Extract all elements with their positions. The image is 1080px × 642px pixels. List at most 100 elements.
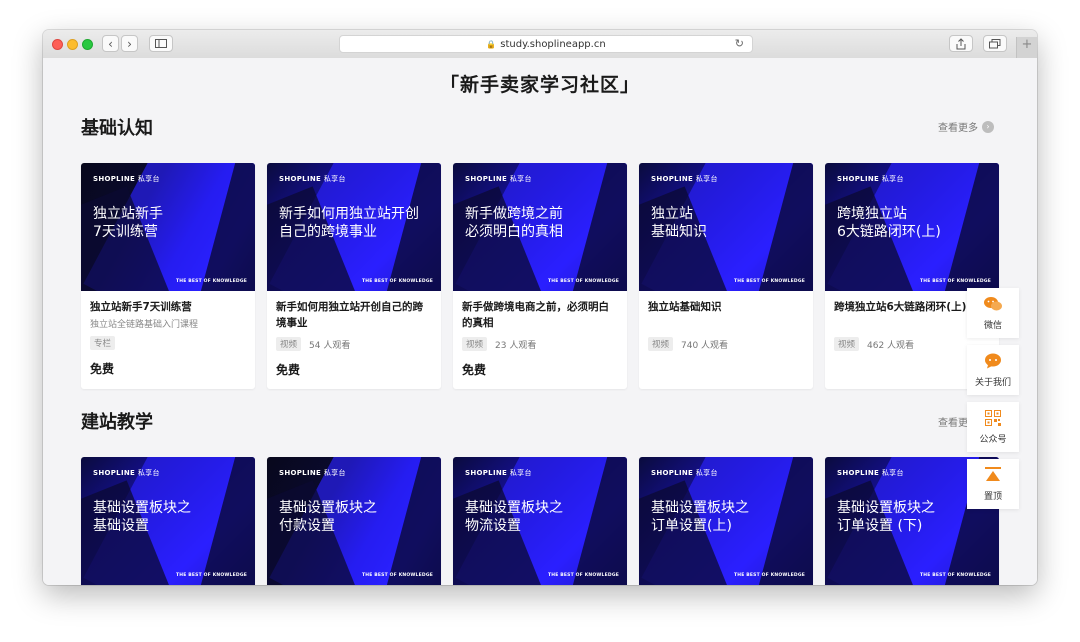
shopline-logo: SHOPLINE 私享台 — [651, 175, 718, 183]
course-name[interactable]: 新手做跨境电商之前，必须明白的真相 — [462, 299, 618, 331]
thumbnail-title: 独立站新手 7天训练营 — [93, 206, 163, 240]
thumbnail-tagline: THE BEST OF KNOWLEDGE — [733, 279, 805, 284]
thumbnail-tagline: THE BEST OF KNOWLEDGE — [733, 573, 805, 578]
course-type-badge: 专栏 — [90, 336, 116, 350]
thumbnail-tagline: THE BEST OF KNOWLEDGE — [547, 573, 619, 578]
shopline-logo: SHOPLINE 私享台 — [465, 469, 532, 477]
reload-icon[interactable]: ↻ — [735, 37, 744, 50]
forward-button[interactable]: › — [121, 35, 138, 52]
section-title-site-building: 建站教学 — [81, 412, 153, 433]
course-type-badge: 视频 — [648, 337, 674, 351]
shopline-logo: SHOPLINE 私享台 — [465, 175, 532, 183]
course-card[interactable]: SHOPLINE 私享台 基础设置板块之 物流设置 THE BEST OF KN… — [453, 457, 627, 585]
course-name[interactable]: 新手如何用独立站开创自己的跨境事业 — [276, 299, 432, 331]
thumbnail-title: 新手做跨境之前 必须明白的真相 — [465, 206, 563, 240]
shopline-logo: SHOPLINE 私享台 — [837, 175, 904, 183]
shopline-logo: SHOPLINE 私享台 — [279, 175, 346, 183]
sidebar-toggle-button[interactable] — [149, 35, 173, 52]
thumbnail-title: 基础设置板块之 付款设置 — [279, 500, 377, 534]
course-card[interactable]: SHOPLINE 私享台 新手如何用独立站开创 自己的跨境事业 THE BEST… — [267, 163, 441, 389]
course-type-badge: 视频 — [462, 337, 488, 351]
view-count: 54 人观看 — [309, 340, 351, 351]
course-thumbnail: SHOPLINE 私享台 独立站 基础知识 THE BEST OF KNOWLE… — [639, 163, 813, 291]
thumbnail-tagline: THE BEST OF KNOWLEDGE — [175, 573, 247, 578]
official-account-label: 公众号 — [979, 434, 1007, 445]
thumbnail-title: 独立站 基础知识 — [651, 206, 707, 240]
course-name[interactable]: 独立站基础知识 — [648, 299, 804, 315]
course-thumbnail: SHOPLINE 私享台 基础设置板块之 付款设置 THE BEST OF KN… — [267, 457, 441, 585]
floating-sidebar: 微信 关于我们 公众号 置顶 — [967, 288, 1019, 516]
view-count: 462 人观看 — [867, 340, 915, 351]
back-button[interactable]: ‹ — [102, 35, 119, 52]
thumbnail-title: 基础设置板块之 物流设置 — [465, 500, 563, 534]
shopline-logo: SHOPLINE 私享台 — [93, 175, 160, 183]
course-card[interactable]: SHOPLINE 私享台 新手做跨境之前 必须明白的真相 THE BEST OF… — [453, 163, 627, 389]
chat-bubble-icon — [984, 353, 1002, 373]
view-more-label: 查看更多 — [938, 123, 978, 134]
course-card[interactable]: SHOPLINE 私享台 独立站新手 7天训练营 THE BEST OF KNO… — [81, 163, 255, 389]
course-type-badge: 视频 — [834, 337, 860, 351]
course-subtitle: 独立站全链路基础入门课程 — [90, 320, 199, 330]
thumbnail-title: 跨境独立站 6大链路闭环(上) — [837, 206, 941, 240]
wechat-button[interactable]: 微信 — [967, 288, 1019, 338]
lock-icon: 🔒 — [486, 39, 497, 49]
address-bar[interactable]: 🔒 study.shoplineapp.cn ↻ — [339, 35, 753, 53]
thumbnail-tagline: THE BEST OF KNOWLEDGE — [361, 573, 433, 578]
thumbnail-tagline: THE BEST OF KNOWLEDGE — [919, 573, 991, 578]
course-thumbnail: SHOPLINE 私享台 新手如何用独立站开创 自己的跨境事业 THE BEST… — [267, 163, 441, 291]
wechat-label: 微信 — [983, 320, 1002, 331]
page-content: 「新手卖家学习社区」 基础认知 查看更多 › SHOPLINE 私享台 独立站新… — [43, 58, 1037, 585]
tabs-icon — [989, 38, 1001, 48]
shopline-logo: SHOPLINE 私享台 — [279, 469, 346, 477]
view-count: 740 人观看 — [681, 340, 729, 351]
thumbnail-tagline: THE BEST OF KNOWLEDGE — [547, 279, 619, 284]
shopline-logo: SHOPLINE 私享台 — [837, 469, 904, 477]
thumbnail-tagline: THE BEST OF KNOWLEDGE — [919, 279, 991, 284]
section-title-basics: 基础认知 — [81, 118, 153, 139]
course-thumbnail: SHOPLINE 私享台 新手做跨境之前 必须明白的真相 THE BEST OF… — [453, 163, 627, 291]
shopline-logo: SHOPLINE 私享台 — [651, 469, 718, 477]
about-us-label: 关于我们 — [974, 377, 1011, 388]
thumbnail-title: 基础设置板块之 基础设置 — [93, 500, 191, 534]
course-price: 免费 — [90, 362, 115, 376]
course-thumbnail: SHOPLINE 私享台 独立站新手 7天训练营 THE BEST OF KNO… — [81, 163, 255, 291]
course-card[interactable]: SHOPLINE 私享台 基础设置板块之 付款设置 THE BEST OF KN… — [267, 457, 441, 585]
course-price: 免费 — [276, 363, 301, 377]
zoom-window-button[interactable] — [82, 39, 93, 50]
thumbnail-tagline: THE BEST OF KNOWLEDGE — [175, 279, 247, 284]
tabs-overview-button[interactable] — [983, 35, 1007, 52]
wechat-icon — [983, 296, 1003, 316]
course-name[interactable]: 独立站新手7天训练营 — [90, 299, 246, 315]
course-thumbnail: SHOPLINE 私享台 基础设置板块之 物流设置 THE BEST OF KN… — [453, 457, 627, 585]
course-thumbnail: SHOPLINE 私享台 基础设置板块之 基础设置 THE BEST OF KN… — [81, 457, 255, 585]
thumbnail-title: 基础设置板块之 订单设置 (下) — [837, 500, 935, 534]
course-card[interactable]: SHOPLINE 私享台 独立站 基础知识 THE BEST OF KNOWLE… — [639, 163, 813, 389]
thumbnail-title: 新手如何用独立站开创 自己的跨境事业 — [279, 206, 419, 240]
browser-toolbar: ‹ › 🔒 study.shoplineapp.cn ↻ + — [43, 30, 1037, 59]
arrow-right-icon: › — [982, 120, 994, 133]
view-count: 23 人观看 — [495, 340, 537, 351]
course-type-badge: 视频 — [276, 337, 302, 351]
qr-code-icon — [985, 409, 1001, 430]
official-account-button[interactable]: 公众号 — [967, 402, 1019, 452]
thumbnail-title: 基础设置板块之 订单设置(上) — [651, 500, 749, 534]
chevron-left-icon: ‹ — [108, 36, 113, 51]
new-tab-button[interactable]: + — [1016, 37, 1037, 58]
view-more-basics-link[interactable]: 查看更多 › — [938, 119, 994, 134]
shopline-logo: SHOPLINE 私享台 — [93, 469, 160, 477]
thumbnail-tagline: THE BEST OF KNOWLEDGE — [361, 279, 433, 284]
back-to-top-icon — [985, 466, 1001, 487]
url-text: study.shoplineapp.cn — [500, 38, 606, 50]
close-window-button[interactable] — [52, 39, 63, 50]
page-title: 「新手卖家学习社区」 — [439, 74, 640, 96]
course-card[interactable]: SHOPLINE 私享台 基础设置板块之 基础设置 THE BEST OF KN… — [81, 457, 255, 585]
share-button[interactable] — [949, 35, 973, 52]
course-thumbnail: SHOPLINE 私享台 基础设置板块之 订单设置(上) THE BEST OF… — [639, 457, 813, 585]
course-thumbnail: SHOPLINE 私享台 跨境独立站 6大链路闭环(上) THE BEST OF… — [825, 163, 999, 291]
sidebar-icon — [155, 39, 167, 48]
course-price: 免费 — [462, 363, 487, 377]
share-icon — [956, 37, 966, 49]
about-us-button[interactable]: 关于我们 — [967, 345, 1019, 395]
course-card[interactable]: SHOPLINE 私享台 基础设置板块之 订单设置(上) THE BEST OF… — [639, 457, 813, 585]
minimize-window-button[interactable] — [67, 39, 78, 50]
